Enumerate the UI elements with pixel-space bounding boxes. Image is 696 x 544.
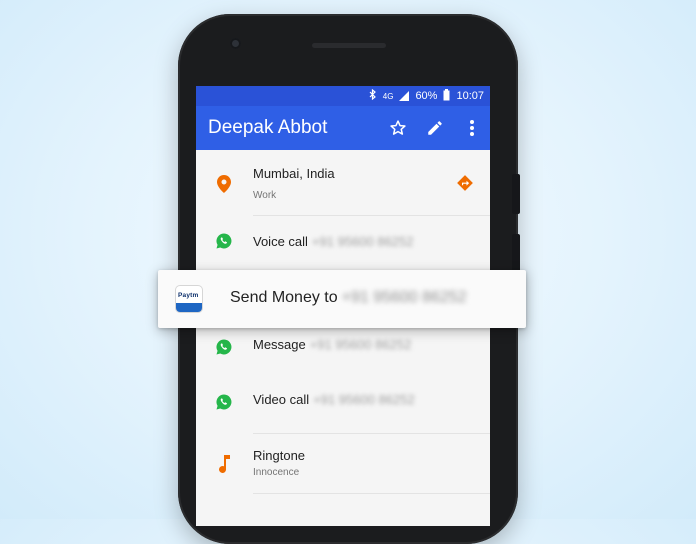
location-pin-icon xyxy=(212,172,236,196)
video-call-row[interactable]: Video call +91 95600 86252 xyxy=(196,378,490,434)
send-money-popup[interactable]: Paytm Send Money to +91 95600 86252 xyxy=(158,270,526,328)
paytm-logo: Paytm xyxy=(176,286,202,312)
directions-icon[interactable] xyxy=(456,174,474,197)
whatsapp-icon xyxy=(212,390,236,414)
address-label: Work xyxy=(253,190,277,201)
network-type: 4G xyxy=(382,91,394,101)
address-row[interactable]: Mumbai, India Work xyxy=(196,150,490,216)
voice-call-row[interactable]: Voice call +91 95600 86252 xyxy=(196,216,490,266)
ringtone-label: Ringtone xyxy=(253,448,306,463)
whatsapp-icon xyxy=(212,229,236,253)
divider xyxy=(253,493,490,494)
address-text: Mumbai, India xyxy=(253,166,335,181)
paytm-logo-text: Paytm xyxy=(178,292,199,299)
signal-icon xyxy=(399,91,410,101)
message-row[interactable]: Message +91 95600 86252 xyxy=(196,324,490,378)
clock: 10:07 xyxy=(456,90,484,102)
battery-icon xyxy=(443,88,450,104)
app-bar: Deepak Abbot xyxy=(196,106,490,150)
earpiece-speaker xyxy=(312,43,386,48)
ringtone-value: Innocence xyxy=(253,467,300,478)
edit-icon[interactable] xyxy=(416,106,453,150)
music-note-icon xyxy=(212,452,236,476)
battery-level: 60% xyxy=(415,90,438,102)
contact-name: Deepak Abbot xyxy=(208,117,328,138)
video-call-number: +91 95600 86252 xyxy=(313,392,415,407)
power-button xyxy=(512,174,520,214)
voice-call-label: Voice call +91 95600 86252 xyxy=(253,234,414,249)
ringtone-row[interactable]: Ringtone Innocence xyxy=(196,434,490,494)
send-money-label: Send Money to +91 95600 86252 xyxy=(230,289,467,306)
paytm-logo-band xyxy=(176,303,202,312)
bluetooth-icon xyxy=(369,88,377,103)
front-camera xyxy=(230,38,241,49)
send-money-number: +91 95600 86252 xyxy=(341,289,467,306)
status-bar: 4G 60% 10:07 xyxy=(196,86,490,106)
voice-call-number: +91 95600 86252 xyxy=(311,234,414,249)
star-icon[interactable] xyxy=(379,106,416,150)
more-options-icon[interactable] xyxy=(453,106,490,150)
message-label: Message +91 95600 86252 xyxy=(253,337,412,352)
video-call-label: Video call +91 95600 86252 xyxy=(253,392,415,407)
message-number: +91 95600 86252 xyxy=(309,337,412,352)
whatsapp-icon xyxy=(212,335,236,359)
